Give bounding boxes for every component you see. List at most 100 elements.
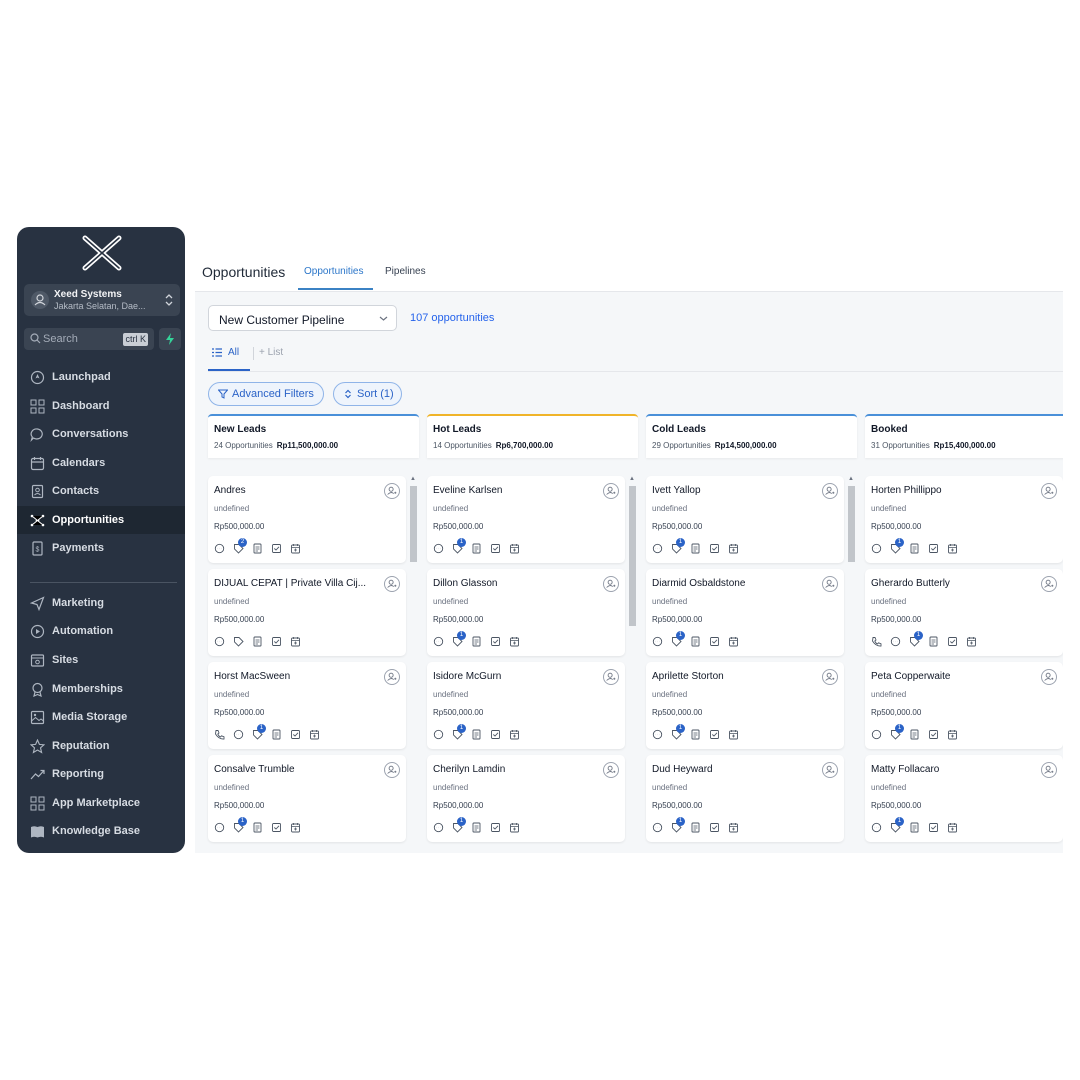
task-icon[interactable] [290,729,301,740]
column-scrollbar[interactable]: ▲ [409,476,417,853]
assign-user-button[interactable] [384,576,400,592]
opportunity-card[interactable]: Aprilette Storton undefined Rp500,000.00 1 [646,662,844,749]
opportunity-card[interactable]: Consalve Trumble undefined Rp500,000.00 1 [208,755,406,842]
message-icon[interactable] [871,822,882,833]
opportunity-card[interactable]: Peta Copperwaite undefined Rp500,000.00 1 [865,662,1063,749]
message-icon[interactable] [233,729,244,740]
column-scrollbar[interactable]: ▲ [628,476,636,853]
opportunity-card[interactable]: Horten Phillippo undefined Rp500,000.00 1 [865,476,1063,563]
assign-user-button[interactable] [603,762,619,778]
account-switcher[interactable]: Xeed Systems Jakarta Selatan, Dae... [24,284,180,316]
appointment-icon[interactable] [947,543,958,554]
assign-user-button[interactable] [603,576,619,592]
message-icon[interactable] [871,543,882,554]
column-scrollbar[interactable]: ▲ [847,476,855,853]
assign-user-button[interactable] [822,669,838,685]
sidebar-item-marketing[interactable]: Marketing [17,589,185,617]
task-icon[interactable] [271,543,282,554]
task-icon[interactable] [709,543,720,554]
note-icon[interactable] [252,543,263,554]
tag-icon[interactable] [233,636,244,647]
sidebar-item-sites[interactable]: Sites [17,646,185,674]
note-icon[interactable] [909,822,920,833]
opportunity-card[interactable]: Horst MacSween undefined Rp500,000.00 1 [208,662,406,749]
sidebar-item-contacts[interactable]: Contacts [17,477,185,505]
sidebar-item-calendars[interactable]: Calendars [17,449,185,477]
message-icon[interactable] [890,636,901,647]
opportunity-card[interactable]: Matty Follacaro undefined Rp500,000.00 1 [865,755,1063,842]
sidebar-item-launchpad[interactable]: Launchpad [17,363,185,391]
scroll-up-icon[interactable]: ▲ [629,476,635,482]
appointment-icon[interactable] [290,543,301,554]
task-icon[interactable] [928,729,939,740]
task-icon[interactable] [928,543,939,554]
appointment-icon[interactable] [966,636,977,647]
assign-user-button[interactable] [603,669,619,685]
tab-pipelines[interactable]: Pipelines [385,266,426,277]
advanced-filters-button[interactable]: Advanced Filters [208,382,324,406]
opportunity-card[interactable]: Diarmid Osbaldstone undefined Rp500,000.00… [646,569,844,656]
task-icon[interactable] [947,636,958,647]
appointment-icon[interactable] [947,729,958,740]
message-icon[interactable] [652,822,663,833]
note-icon[interactable] [690,729,701,740]
tab-opportunities[interactable]: Opportunities [304,266,363,277]
note-icon[interactable] [471,636,482,647]
assign-user-button[interactable] [1041,669,1057,685]
phone-icon[interactable] [871,636,882,647]
opportunity-card[interactable]: Ivett Yallop undefined Rp500,000.00 1 [646,476,844,563]
note-icon[interactable] [909,543,920,554]
note-icon[interactable] [690,636,701,647]
scroll-thumb[interactable] [629,486,636,626]
brand-logo-icon[interactable] [81,235,123,271]
scroll-up-icon[interactable]: ▲ [848,476,854,482]
note-icon[interactable] [471,822,482,833]
appointment-icon[interactable] [509,543,520,554]
appointment-icon[interactable] [309,729,320,740]
appointment-icon[interactable] [509,822,520,833]
opportunity-card[interactable]: Isidore McGurn undefined Rp500,000.00 1 [427,662,625,749]
sidebar-item-payments[interactable]: $ Payments [17,534,185,562]
message-icon[interactable] [214,822,225,833]
task-icon[interactable] [271,822,282,833]
add-list-button[interactable]: + List [259,347,283,358]
opportunity-card[interactable]: Cherilyn Lamdin undefined Rp500,000.00 1 [427,755,625,842]
message-icon[interactable] [214,543,225,554]
scroll-thumb[interactable] [410,486,417,562]
task-icon[interactable] [271,636,282,647]
assign-user-button[interactable] [384,669,400,685]
scroll-thumb[interactable] [848,486,855,562]
appointment-icon[interactable] [290,636,301,647]
sidebar-item-opportunities[interactable]: Opportunities [17,506,185,534]
assign-user-button[interactable] [822,483,838,499]
opportunity-card[interactable]: Dillon Glasson undefined Rp500,000.00 1 [427,569,625,656]
note-icon[interactable] [271,729,282,740]
message-icon[interactable] [652,636,663,647]
assign-user-button[interactable] [822,762,838,778]
sidebar-item-automation[interactable]: Automation [17,617,185,645]
task-icon[interactable] [490,729,501,740]
opportunity-card[interactable]: Gherardo Butterly undefined Rp500,000.00 1 [865,569,1063,656]
note-icon[interactable] [690,822,701,833]
message-icon[interactable] [433,636,444,647]
task-icon[interactable] [490,636,501,647]
appointment-icon[interactable] [947,822,958,833]
message-icon[interactable] [652,729,663,740]
appointment-icon[interactable] [728,636,739,647]
note-icon[interactable] [690,543,701,554]
task-icon[interactable] [490,543,501,554]
pipeline-select[interactable]: New Customer Pipeline [208,305,397,331]
appointment-icon[interactable] [509,729,520,740]
phone-icon[interactable] [214,729,225,740]
sort-button[interactable]: Sort (1) [333,382,402,406]
message-icon[interactable] [871,729,882,740]
assign-user-button[interactable] [603,483,619,499]
note-icon[interactable] [909,729,920,740]
appointment-icon[interactable] [728,729,739,740]
task-icon[interactable] [709,636,720,647]
note-icon[interactable] [252,822,263,833]
opportunity-card[interactable]: Dud Heyward undefined Rp500,000.00 1 [646,755,844,842]
message-icon[interactable] [433,822,444,833]
appointment-icon[interactable] [728,822,739,833]
note-icon[interactable] [471,543,482,554]
